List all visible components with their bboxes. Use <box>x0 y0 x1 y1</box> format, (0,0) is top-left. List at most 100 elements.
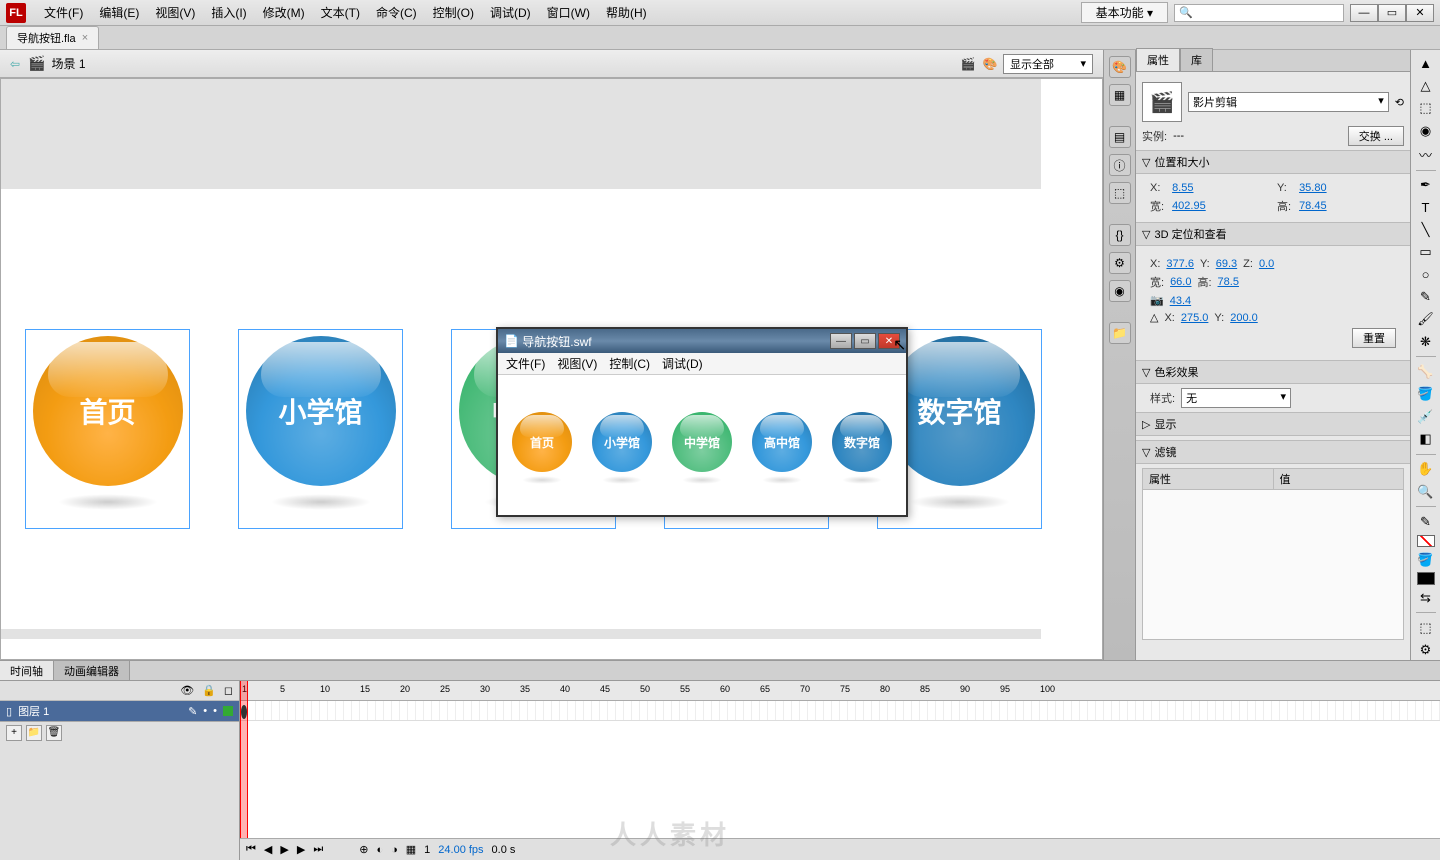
menu-control[interactable]: 控制(O) <box>425 4 482 21</box>
eraser-tool-icon[interactable]: ◧ <box>1415 429 1437 448</box>
menu-insert[interactable]: 插入(I) <box>203 4 254 21</box>
reset-button[interactable]: 重置 <box>1352 328 1396 348</box>
keyframe[interactable] <box>241 705 247 719</box>
stroke-color-swatch[interactable] <box>1417 535 1435 547</box>
edit-scene-icon[interactable]: 🎬 <box>959 55 977 73</box>
swf-btn-high[interactable]: 高中馆 <box>752 412 812 472</box>
lock-icon[interactable]: 🔒 <box>202 684 216 697</box>
prev-frame-icon[interactable]: ◀ <box>264 843 272 856</box>
swatches-icon[interactable]: ▦ <box>1109 84 1131 106</box>
color-style-dropdown[interactable]: 无▾ <box>1181 388 1291 408</box>
new-folder-icon[interactable]: 📁 <box>26 725 42 741</box>
timeline-frames[interactable]: 1510152025303540455055606570758085909510… <box>240 681 1440 860</box>
pen-tool-icon[interactable]: ✒ <box>1415 175 1437 194</box>
prop-vp-x[interactable]: 275.0 <box>1181 312 1209 324</box>
document-tab[interactable]: 导航按钮.fla × <box>6 26 99 49</box>
new-layer-icon[interactable]: + <box>6 725 22 741</box>
prop-height[interactable]: 78.45 <box>1299 200 1396 212</box>
edit-frames-icon[interactable]: ▦ <box>406 843 416 856</box>
swf-close-icon[interactable]: ✕ <box>878 333 900 349</box>
last-frame-icon[interactable]: ⏭ <box>313 843 323 856</box>
oval-tool-icon[interactable]: ○ <box>1415 265 1437 284</box>
menu-text[interactable]: 文本(T) <box>313 4 368 21</box>
line-tool-icon[interactable]: ╲ <box>1415 220 1437 239</box>
menu-help[interactable]: 帮助(H) <box>598 4 655 21</box>
menu-commands[interactable]: 命令(C) <box>368 4 425 21</box>
prop-3d-height[interactable]: 78.5 <box>1218 276 1239 288</box>
search-input[interactable]: 🔍 <box>1174 4 1344 22</box>
layer-row[interactable]: ▯ 图层 1 ✎•• <box>0 701 239 721</box>
swf-btn-middle[interactable]: 中学馆 <box>672 412 732 472</box>
swf-btn-home[interactable]: 首页 <box>512 412 572 472</box>
swap-button[interactable]: 交换 ... <box>1348 126 1404 146</box>
swf-menu-control[interactable]: 控制(C) <box>609 355 650 372</box>
zoom-tool-icon[interactable]: 🔍 <box>1415 482 1437 501</box>
free-transform-icon[interactable]: ⬚ <box>1415 99 1437 118</box>
prop-y[interactable]: 35.80 <box>1299 182 1396 194</box>
nav-button-primary[interactable]: 小学馆 <box>238 329 403 529</box>
prop-3d-x[interactable]: 377.6 <box>1166 258 1194 270</box>
prop-x[interactable]: 8.55 <box>1172 182 1269 194</box>
subselection-tool-icon[interactable]: △ <box>1415 76 1437 95</box>
close-button[interactable]: ✕ <box>1406 4 1434 22</box>
stroke-color-icon[interactable]: ✎ <box>1415 512 1437 531</box>
bone-tool-icon[interactable]: 🦴 <box>1415 362 1437 381</box>
swf-btn-digital[interactable]: 数字馆 <box>832 412 892 472</box>
lasso-tool-icon[interactable]: 〰 <box>1415 144 1437 165</box>
snap-icon[interactable]: ⬚ <box>1415 618 1437 637</box>
center-frame-icon[interactable]: ⊕ <box>359 843 368 856</box>
menu-edit[interactable]: 编辑(E) <box>91 4 147 21</box>
minimize-button[interactable]: — <box>1350 4 1378 22</box>
color-panel-icon[interactable]: 🎨 <box>1109 56 1131 78</box>
menu-view[interactable]: 视图(V) <box>147 4 203 21</box>
prop-3d-width[interactable]: 66.0 <box>1170 276 1191 288</box>
section-filters[interactable]: ▽滤镜 <box>1136 440 1410 464</box>
prop-3d-y[interactable]: 69.3 <box>1216 258 1237 270</box>
onion-skin-icon[interactable]: ◐ <box>376 844 383 856</box>
rectangle-tool-icon[interactable]: ▭ <box>1415 243 1437 262</box>
menu-debug[interactable]: 调试(D) <box>482 4 539 21</box>
help-icon[interactable]: ⟲ <box>1395 96 1404 109</box>
text-tool-icon[interactable]: T <box>1415 198 1437 217</box>
prop-width[interactable]: 402.95 <box>1172 200 1269 212</box>
deco-tool-icon[interactable]: ❋ <box>1415 332 1437 351</box>
prop-perspective[interactable]: 43.4 <box>1170 295 1191 307</box>
back-icon[interactable]: ⇦ <box>10 57 20 71</box>
prop-3d-z[interactable]: 0.0 <box>1259 258 1274 270</box>
onion-outline-icon[interactable]: ◑ <box>391 844 398 856</box>
swf-titlebar[interactable]: 📄 导航按钮.swf — ▭ ✕ <box>498 329 906 353</box>
next-frame-icon[interactable]: ▶ <box>297 843 305 856</box>
transform-icon[interactable]: ⬚ <box>1109 182 1131 204</box>
tab-close-icon[interactable]: × <box>82 32 88 44</box>
section-color-effect[interactable]: ▽色彩效果 <box>1136 360 1410 384</box>
swf-menu-view[interactable]: 视图(V) <box>557 355 597 372</box>
swf-minimize-icon[interactable]: — <box>830 333 852 349</box>
menu-file[interactable]: 文件(F) <box>36 4 91 21</box>
menu-window[interactable]: 窗口(W) <box>539 4 598 21</box>
swf-menu-debug[interactable]: 调试(D) <box>662 355 703 372</box>
section-display[interactable]: ▷显示 <box>1136 412 1410 436</box>
swf-menu-file[interactable]: 文件(F) <box>506 355 545 372</box>
edit-symbol-icon[interactable]: 🎨 <box>981 55 999 73</box>
tab-timeline[interactable]: 时间轴 <box>0 661 54 680</box>
workspace-dropdown[interactable]: 基本功能 ▾ <box>1081 2 1168 23</box>
symbol-type-dropdown[interactable]: 影片剪辑▾ <box>1188 92 1389 112</box>
selection-tool-icon[interactable]: ▲ <box>1415 54 1437 73</box>
hand-tool-icon[interactable]: ✋ <box>1415 460 1437 479</box>
fps-display[interactable]: 24.00 fps <box>438 844 483 856</box>
zoom-dropdown[interactable]: 显示全部▾ <box>1003 54 1093 74</box>
tab-motion-editor[interactable]: 动画编辑器 <box>54 661 130 680</box>
options-icon[interactable]: ⚙ <box>1415 640 1437 659</box>
swf-maximize-icon[interactable]: ▭ <box>854 333 876 349</box>
delete-layer-icon[interactable]: 🗑 <box>46 725 62 741</box>
nav-button-home[interactable]: 首页 <box>25 329 190 529</box>
menu-modify[interactable]: 修改(M) <box>255 4 313 21</box>
brush-tool-icon[interactable]: 🖌 <box>1415 310 1437 329</box>
tab-library[interactable]: 库 <box>1180 48 1213 71</box>
swap-colors-icon[interactable]: ⇆ <box>1415 588 1437 607</box>
section-position-size[interactable]: ▽位置和大小 <box>1136 150 1410 174</box>
3d-rotation-icon[interactable]: ◉ <box>1415 121 1437 140</box>
tab-properties[interactable]: 属性 <box>1136 48 1180 71</box>
motion-icon[interactable]: ◉ <box>1109 280 1131 302</box>
prop-vp-y[interactable]: 200.0 <box>1230 312 1258 324</box>
